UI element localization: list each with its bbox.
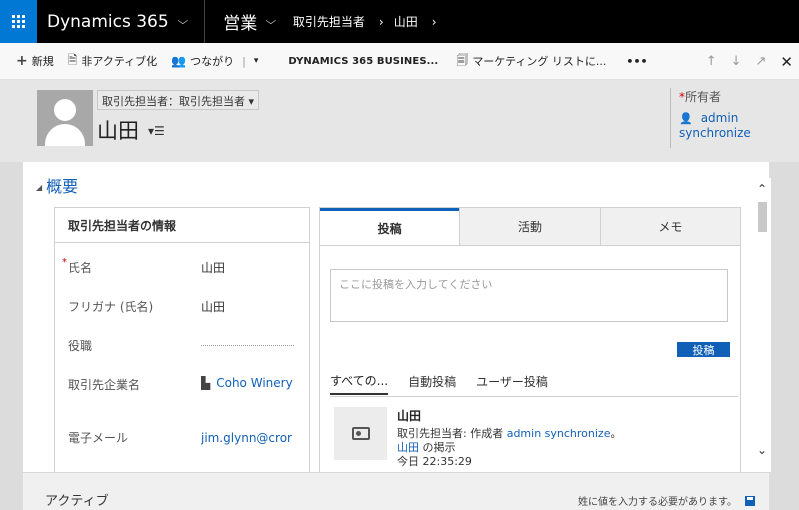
field-label: * 氏名 bbox=[62, 257, 93, 275]
save-icon[interactable] bbox=[745, 495, 755, 506]
new-label: 新規 bbox=[31, 55, 54, 68]
field-label: 取引先企業名 bbox=[68, 378, 141, 392]
contact-info-heading: 取引先担当者の情報 bbox=[55, 208, 309, 243]
business-label: DYNAMICS 365 BUSINES... bbox=[288, 55, 439, 67]
post-filter-tabs: すべての... 自動投稿 ユーザー投稿 bbox=[330, 371, 738, 397]
top-nav-bar: Dynamics 365 ⌵ 営業 ⌵ 取引先担当者 › 山田 › bbox=[0, 0, 799, 43]
connect-button[interactable]: 👥 つながり | ▾ bbox=[164, 43, 265, 80]
people-icon: 👥 bbox=[171, 54, 187, 68]
company-value[interactable]: ▙ Coho Winery bbox=[201, 376, 296, 391]
social-pane: 投稿 活動 メモ ここに投稿を入力してください 投稿 すべての... 自動投稿 … bbox=[319, 207, 741, 473]
scroll-thumb[interactable] bbox=[758, 202, 767, 232]
subtab-all[interactable]: すべての... bbox=[330, 372, 389, 395]
dropdown-icon[interactable]: ▾ bbox=[254, 56, 259, 66]
arrow-down-icon[interactable]: ↓ bbox=[731, 54, 742, 69]
connect-label: つながり bbox=[190, 55, 235, 68]
breadcrumb: 取引先担当者 › 山田 › bbox=[293, 13, 437, 30]
tab-activities[interactable]: 活動 bbox=[459, 208, 600, 245]
scrollbar[interactable]: ⌃ ⌄ bbox=[755, 178, 771, 472]
post-title[interactable]: 山田 bbox=[397, 407, 421, 424]
popout-icon[interactable]: ↗ bbox=[756, 54, 767, 69]
post-button[interactable]: 投稿 bbox=[677, 342, 730, 357]
field-label: 電子メール bbox=[68, 431, 129, 445]
breadcrumb-entity[interactable]: 取引先担当者 bbox=[293, 13, 365, 30]
status-footer: アクティブ 姓に値を入力する必要があります。 bbox=[23, 472, 769, 510]
record-status: アクティブ bbox=[45, 494, 109, 509]
form-selector[interactable]: 取引先担当者：取引先担当者 ▾ bbox=[97, 90, 260, 110]
chevron-right-icon[interactable]: › bbox=[432, 15, 437, 29]
subtab-user[interactable]: ユーザー投稿 bbox=[476, 373, 548, 394]
chevron-down-icon: ⌵ bbox=[265, 16, 277, 27]
plus-icon: + bbox=[16, 53, 28, 69]
more-commands-button[interactable]: ••• bbox=[619, 43, 654, 80]
section-title[interactable]: ◢ 概要 bbox=[36, 173, 78, 197]
post-timestamp: 今日 22:35:29 bbox=[397, 455, 472, 468]
close-icon[interactable]: ✕ bbox=[780, 53, 793, 71]
jobtitle-value[interactable] bbox=[201, 345, 294, 346]
chevron-right-icon: › bbox=[378, 14, 384, 29]
app-brand-menu[interactable]: Dynamics 365 ⌵ bbox=[37, 0, 196, 43]
tab-notes[interactable]: メモ bbox=[599, 208, 740, 245]
new-button[interactable]: + 新規 bbox=[0, 43, 61, 80]
business-button[interactable]: DYNAMICS 365 BUSINES... bbox=[281, 43, 445, 80]
collapse-icon: ◢ bbox=[36, 183, 43, 192]
record-nav: ↑ ↓ ↗ ✕ bbox=[692, 43, 793, 80]
post-input[interactable]: ここに投稿を入力してください bbox=[330, 269, 728, 322]
command-bar: + 新規 🗎 非アクティブ化 👥 つながり | ▾ DYNAMICS 365 B… bbox=[0, 43, 799, 80]
breadcrumb-record[interactable]: 山田 bbox=[394, 13, 418, 30]
owner-field: *所有者 👤 admin synchronize bbox=[670, 88, 760, 148]
fullname-value[interactable]: 山田 bbox=[201, 259, 301, 276]
owner-value[interactable]: 👤 admin synchronize bbox=[679, 111, 760, 141]
marketing-label: マーケティング リストに... bbox=[472, 55, 607, 68]
person-icon: 👤 bbox=[679, 112, 693, 125]
brand-label: Dynamics 365 bbox=[47, 11, 169, 32]
field-label: フリガナ (氏名) bbox=[68, 300, 154, 314]
scroll-down-icon[interactable]: ⌄ bbox=[757, 443, 767, 457]
contact-info-section: 取引先担当者の情報 * 氏名 山田 フリガナ (氏名) 山田 役職 取引先企業名 … bbox=[54, 207, 310, 473]
record-name: 山田 bbox=[97, 119, 139, 143]
separator: | bbox=[242, 54, 246, 68]
ellipsis-icon: ••• bbox=[626, 54, 648, 68]
social-tabs: 投稿 活動 メモ bbox=[320, 208, 740, 246]
avatar[interactable] bbox=[37, 90, 93, 146]
nav-divider bbox=[204, 0, 206, 43]
post-item: 山田 取引先担当者: 作成者 admin synchronize。 山田 の掲示… bbox=[334, 407, 734, 468]
document-icon: 🗎 bbox=[67, 52, 78, 67]
marketing-list-button[interactable]: 🗐 マーケティング リストに... bbox=[449, 43, 613, 80]
scroll-up-icon[interactable]: ⌃ bbox=[757, 182, 767, 196]
owner-label: *所有者 bbox=[679, 90, 722, 104]
contact-card-icon bbox=[334, 407, 387, 460]
waffle-icon bbox=[12, 15, 25, 28]
record-header: 取引先担当者：取引先担当者 ▾ 山田 ▾☰ *所有者 👤 admin synchr… bbox=[0, 80, 799, 162]
chevron-down-icon: ⌵ bbox=[177, 16, 188, 27]
furigana-value[interactable]: 山田 bbox=[201, 298, 301, 315]
field-label: 役職 bbox=[68, 339, 93, 353]
building-icon: ▙ bbox=[201, 376, 211, 390]
author-link[interactable]: admin synchronize bbox=[507, 427, 611, 440]
arrow-up-icon[interactable]: ↑ bbox=[706, 54, 717, 69]
subtab-auto[interactable]: 自動投稿 bbox=[408, 373, 456, 394]
required-icon: * bbox=[62, 257, 67, 268]
deactivate-button[interactable]: 🗎 非アクティブ化 bbox=[61, 43, 164, 80]
area-menu[interactable]: 営業 ⌵ bbox=[213, 9, 277, 34]
app-launcher-button[interactable] bbox=[0, 0, 37, 43]
tab-posts[interactable]: 投稿 bbox=[320, 208, 460, 245]
record-list-icon[interactable]: ▾☰ bbox=[148, 124, 165, 138]
deactivate-label: 非アクティブ化 bbox=[81, 55, 158, 68]
validation-message: 姓に値を入力する必要があります。 bbox=[578, 493, 755, 508]
area-label: 営業 bbox=[223, 14, 258, 34]
marketing-list-icon: 🗐 bbox=[456, 52, 469, 67]
email-value[interactable]: jim.glynn@cror bbox=[201, 431, 301, 445]
